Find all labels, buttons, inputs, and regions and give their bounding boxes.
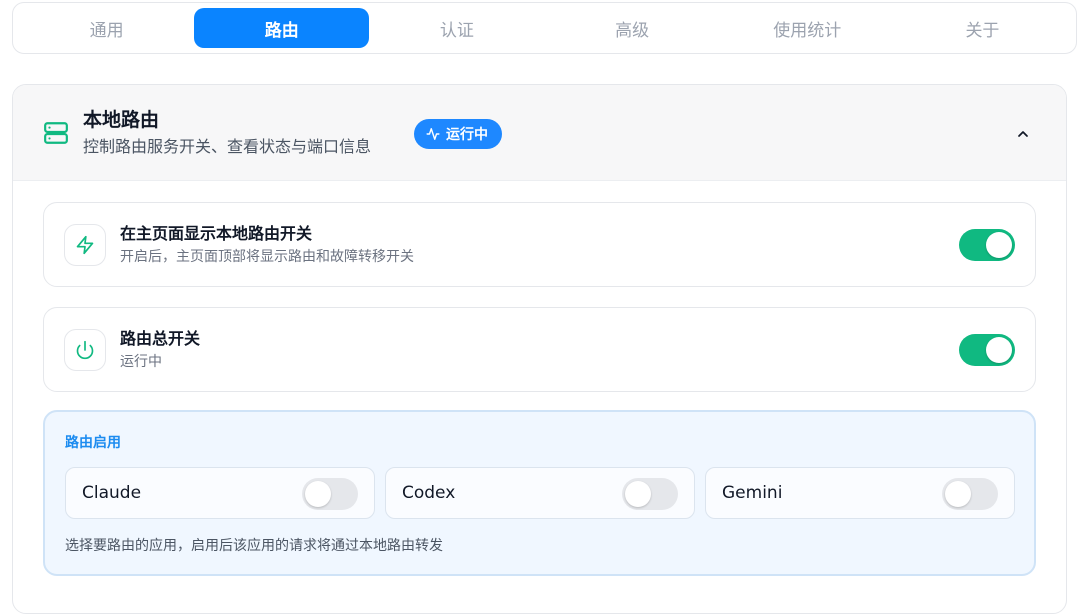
toggle-knob [305, 481, 331, 507]
collapse-button[interactable] [1010, 121, 1036, 147]
chevron-up-icon [1018, 131, 1028, 137]
setting-description: 运行中 [120, 353, 162, 370]
tab-routing[interactable]: 路由 [194, 8, 370, 48]
app-name: Codex [402, 483, 456, 503]
setting-routing-master-switch: 路由总开关 运行中 [43, 307, 1036, 392]
tab-advanced[interactable]: 高级 [545, 8, 720, 48]
toggle-knob [625, 481, 651, 507]
routing-enable-title: 路由启用 [65, 435, 121, 451]
local-routing-panel: 本地路由 控制路由服务开关、查看状态与端口信息 运行中 在主页面显示本地路由开关… [12, 84, 1067, 614]
app-list: Claude Codex Gemini [65, 467, 1015, 519]
app-card-codex: Codex [385, 467, 695, 519]
tab-bar: 通用 路由 认证 高级 使用统计 关于 [12, 2, 1077, 54]
lightning-icon [64, 223, 106, 266]
claude-routing-toggle[interactable] [302, 478, 358, 510]
tab-general[interactable]: 通用 [19, 8, 194, 48]
show-routing-switch-toggle[interactable] [959, 229, 1015, 261]
panel-subtitle: 控制路由服务开关、查看状态与端口信息 [83, 137, 372, 156]
activity-icon [426, 128, 440, 140]
panel-title: 本地路由 [83, 109, 160, 131]
server-icon [43, 120, 69, 146]
gemini-routing-toggle[interactable] [942, 478, 998, 510]
app-card-claude: Claude [65, 467, 375, 519]
setting-title: 在主页面显示本地路由开关 [120, 223, 313, 243]
setting-title: 路由总开关 [120, 328, 201, 348]
toggle-knob [986, 337, 1012, 363]
power-icon [64, 328, 106, 371]
toggle-knob [986, 232, 1012, 258]
panel-header[interactable]: 本地路由 控制路由服务开关、查看状态与端口信息 运行中 [13, 85, 1066, 181]
routing-enable-hint: 选择要路由的应用，启用后该应用的请求将通过本地路由转发 [65, 538, 443, 554]
tab-about[interactable]: 关于 [895, 8, 1070, 48]
toggle-knob [945, 481, 971, 507]
codex-routing-toggle[interactable] [622, 478, 678, 510]
routing-master-toggle[interactable] [959, 334, 1015, 366]
app-name: Claude [82, 483, 142, 503]
routing-enable-section: 路由启用 Claude Codex Gemini 选择要路由的应用，启用后该应用… [43, 410, 1036, 576]
tab-usage-stats[interactable]: 使用统计 [720, 8, 895, 48]
setting-description: 开启后，主页面顶部将显示路由和故障转移开关 [120, 248, 414, 265]
status-badge-label: 运行中 [446, 127, 488, 143]
tab-auth[interactable]: 认证 [369, 8, 544, 48]
app-card-gemini: Gemini [705, 467, 1015, 519]
status-badge: 运行中 [414, 119, 502, 149]
app-name: Gemini [722, 483, 783, 503]
setting-show-routing-switch: 在主页面显示本地路由开关 开启后，主页面顶部将显示路由和故障转移开关 [43, 202, 1036, 287]
